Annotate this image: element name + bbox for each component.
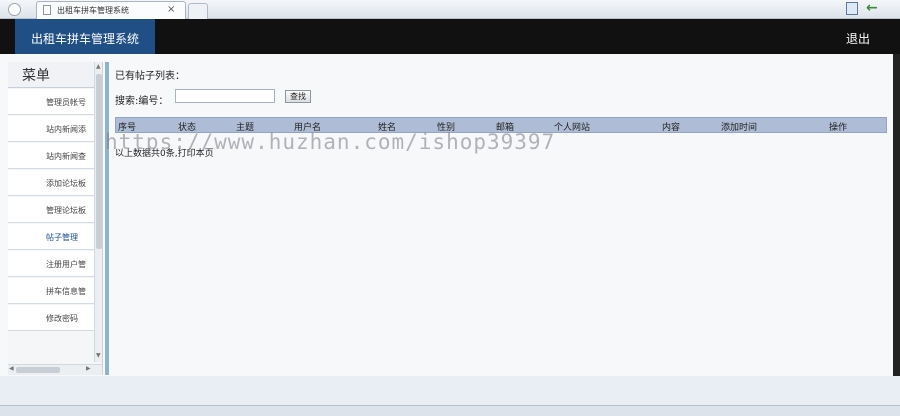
sidebar-item-label: 站内新闻添	[46, 125, 86, 134]
back-arrow-icon[interactable]: ←	[866, 0, 878, 16]
page-body: 菜单 管理员帐号 站内新闻添 站内新闻查 添加论坛板 管理论坛板 帖子管理 注册…	[0, 54, 893, 376]
sidebar-item-news-add[interactable]: 站内新闻添	[8, 116, 94, 142]
scrollbar-thumb[interactable]	[96, 74, 102, 249]
column-header: 个人网站	[554, 123, 591, 133]
scroll-left-icon[interactable]: ◀	[9, 365, 14, 372]
sidebar-item-admin-account[interactable]: 管理员帐号	[8, 89, 94, 115]
sidebar-item-posts[interactable]: 帖子管理	[8, 224, 94, 250]
scroll-right-icon[interactable]: ▶	[86, 365, 91, 372]
sidebar-item-forum-add[interactable]: 添加论坛板	[8, 170, 94, 196]
search-input[interactable]	[175, 89, 275, 103]
sidebar-menu: 菜单 管理员帐号 站内新闻添 站内新闻查 添加论坛板 管理论坛板 帖子管理 注册…	[8, 62, 103, 375]
content-divider	[105, 62, 109, 375]
tab-title: 出租车拼车管理系统	[57, 6, 129, 15]
sidebar-item-news-query[interactable]: 站内新闻查	[8, 143, 94, 169]
column-header: 操作	[829, 123, 848, 133]
sidebar-item-label: 管理员帐号	[46, 98, 86, 107]
sidebar-vertical-scrollbar[interactable]: ▲ ▼	[94, 62, 102, 362]
search-label: 搜索:编号：	[115, 96, 169, 107]
sidebar-item-password[interactable]: 修改密码	[8, 305, 94, 331]
browser-tab-bar: 出租车拼车管理系统 × ←	[0, 0, 900, 19]
sidebar-item-label: 修改密码	[46, 314, 78, 323]
menu-title: 菜单	[22, 68, 50, 84]
close-icon[interactable]: ×	[167, 4, 175, 15]
menu-header: 菜单	[8, 62, 94, 88]
column-header: 内容	[662, 123, 681, 133]
home-icon[interactable]	[846, 2, 858, 15]
sidebar-item-label: 管理论坛板	[46, 206, 86, 215]
scroll-down-icon[interactable]: ▼	[96, 352, 101, 359]
app-title: 出租车拼车管理系统	[31, 32, 140, 46]
browser-status-bar	[0, 405, 900, 416]
browser-tab[interactable]: 出租车拼车管理系统 ×	[36, 1, 186, 19]
sidebar-item-forum-manage[interactable]: 管理论坛板	[8, 197, 94, 223]
page-icon	[43, 5, 51, 15]
main-content: 已有帖子列表： 搜索:编号： 查找 序号 状态 主题 用户名 姓名 性别 邮箱 …	[115, 62, 890, 362]
sidebar-item-label: 注册用户管	[46, 260, 86, 269]
sidebar-item-label: 添加论坛板	[46, 179, 86, 188]
page-title: 已有帖子列表：	[115, 71, 185, 82]
watermark: https://www.huzhan.com/ishop39397	[105, 130, 556, 154]
column-header: 添加时间	[721, 123, 758, 133]
sidebar-horizontal-scrollbar[interactable]: ◀ ▶	[8, 364, 102, 375]
app-header: 出租车拼车管理系统 退出	[0, 19, 900, 54]
sidebar-item-label: 帖子管理	[46, 233, 78, 242]
logout-link[interactable]: 退出	[846, 30, 870, 47]
sidebar-item-label: 站内新闻查	[46, 152, 86, 161]
new-tab-button[interactable]	[188, 3, 208, 19]
sidebar-item-carpool[interactable]: 拼车信息管	[8, 278, 94, 304]
app-title-box: 出租车拼车管理系统	[15, 19, 155, 54]
browser-logo-icon	[8, 3, 21, 16]
sidebar-item-users[interactable]: 注册用户管	[8, 251, 94, 277]
scroll-up-icon[interactable]: ▲	[96, 63, 101, 70]
window-edge	[893, 54, 900, 376]
search-button[interactable]: 查找	[285, 90, 311, 103]
scrollbar-thumb[interactable]	[16, 367, 60, 373]
sidebar-item-label: 拼车信息管	[46, 287, 86, 296]
